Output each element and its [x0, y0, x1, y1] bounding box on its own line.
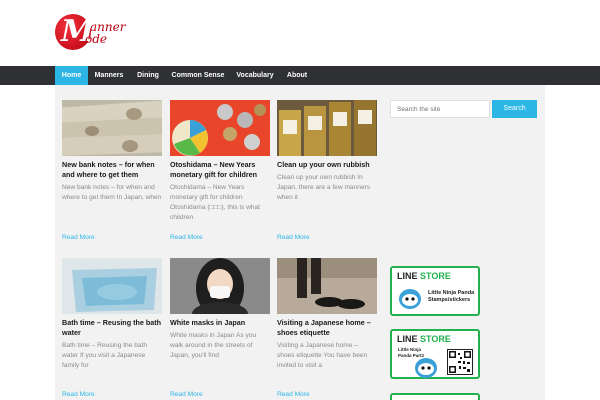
nav-item-common-sense[interactable]: Common Sense: [167, 66, 229, 85]
post-thumbnail[interactable]: [62, 100, 162, 156]
store-word: STORE: [420, 271, 451, 281]
site-header: M anner ode: [0, 0, 600, 66]
nav-item-vocabulary[interactable]: Vocabulary: [231, 66, 279, 85]
post-excerpt: White masks in Japan As you walk around …: [170, 332, 257, 359]
post-excerpt: New bank notes – for when and where to g…: [62, 184, 162, 201]
read-more-link[interactable]: Read More: [170, 391, 203, 398]
post-title[interactable]: Bath time – Reusing the bath water: [62, 318, 162, 338]
post-excerpt: Clean up your own rubbish In Japan, ther…: [277, 174, 371, 201]
read-more-link[interactable]: Read More: [277, 391, 310, 398]
nav-item-dining[interactable]: Dining: [132, 66, 164, 85]
post-title[interactable]: Otoshidama – New Years monetary gift for…: [170, 160, 270, 180]
post-title[interactable]: New bank notes – for when and where to g…: [62, 160, 162, 180]
nav-item-home[interactable]: Home: [55, 66, 88, 85]
post-title[interactable]: Visiting a Japanese home – shoes etiquet…: [277, 318, 377, 338]
post-thumbnail[interactable]: [170, 100, 270, 156]
logo-word-2: ode: [85, 32, 108, 46]
nav-item-about[interactable]: About: [282, 66, 312, 85]
read-more-link[interactable]: Read More: [62, 234, 95, 241]
post-thumbnail[interactable]: [277, 100, 377, 156]
line-store-ad[interactable]: LINE STORE Little Ninja Panda Part2: [390, 329, 480, 379]
post-excerpt: Visiting a Japanese home – shoes etiquet…: [277, 342, 368, 369]
line-word: LINE: [397, 334, 418, 344]
post-thumbnail[interactable]: [170, 258, 270, 314]
main-nav: Home Manners Dining Common Sense Vocabul…: [0, 66, 600, 85]
site-logo[interactable]: M anner ode: [55, 12, 135, 56]
post-thumbnail[interactable]: [277, 258, 377, 314]
read-more-link[interactable]: Read More: [62, 391, 95, 398]
search-button[interactable]: Search: [492, 100, 537, 118]
post-excerpt: Otoshidama – New Years monetary gift for…: [170, 184, 261, 221]
post-thumbnail[interactable]: [62, 258, 162, 314]
search-input[interactable]: [390, 100, 490, 118]
line-store-subtitle: Little Ninja Panda Stamps/stickers: [428, 290, 475, 303]
line-store-ad[interactable]: LINE STORE Little Ninja Panda Stamps/sti…: [390, 266, 480, 316]
nav-item-manners[interactable]: Manners: [89, 66, 129, 85]
post-title[interactable]: White masks in Japan: [170, 318, 270, 328]
line-store-title: LINE STORE: [397, 271, 451, 281]
line-word: LINE: [397, 271, 418, 281]
read-more-link[interactable]: Read More: [170, 234, 203, 241]
post-title[interactable]: Clean up your own rubbish: [277, 160, 377, 170]
store-word: STORE: [420, 334, 451, 344]
post-excerpt: Bath time – Reusing the bath water If yo…: [62, 342, 148, 369]
qr-code-icon: [447, 349, 473, 375]
line-store-ad-partial[interactable]: [390, 393, 480, 400]
ninja-panda-icon: [398, 288, 422, 310]
read-more-link[interactable]: Read More: [277, 234, 310, 241]
ninja-panda-icon: [414, 357, 438, 379]
line-store-title: LINE STORE: [397, 334, 451, 344]
